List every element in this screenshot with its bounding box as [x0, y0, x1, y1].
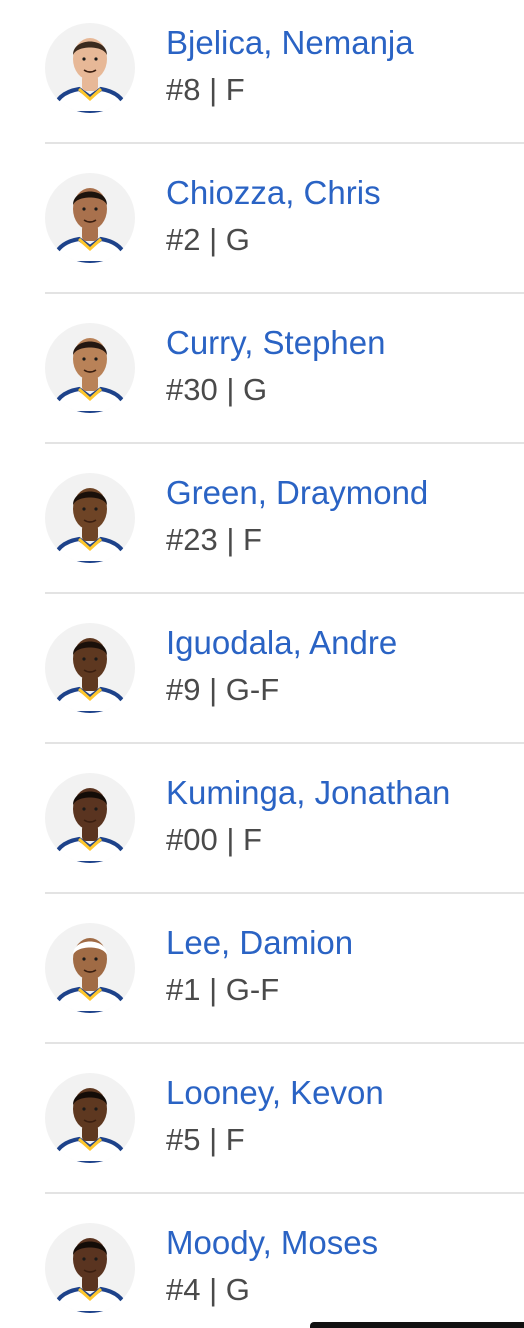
player-number-position: #8 | F [166, 72, 245, 107]
player-row[interactable]: Curry, Stephen #30 | G [0, 294, 524, 444]
player-name-link[interactable]: Kuminga, Jonathan [166, 773, 450, 813]
player-headshot-icon[interactable] [45, 23, 135, 113]
player-row[interactable]: Bjelica, Nemanja #8 | F [0, 0, 524, 144]
player-row[interactable]: Iguodala, Andre #9 | G-F [0, 594, 524, 744]
player-name-link[interactable]: Green, Draymond [166, 473, 428, 513]
player-roster-list: Bjelica, Nemanja #8 | F Chiozza, Chris #2 |… [0, 0, 524, 1328]
player-headshot-icon[interactable] [45, 923, 135, 1013]
player-headshot-icon[interactable] [45, 173, 135, 263]
player-name-link[interactable]: Looney, Kevon [166, 1073, 384, 1113]
player-row[interactable]: Green, Draymond #23 | F [0, 444, 524, 594]
player-number-position: #9 | G-F [166, 672, 280, 707]
player-number-position: #23 | F [166, 522, 262, 557]
player-name-link[interactable]: Moody, Moses [166, 1223, 378, 1263]
player-row[interactable]: Chiozza, Chris #2 | G [0, 144, 524, 294]
player-number-position: #4 | G [166, 1272, 250, 1307]
player-row[interactable]: Moody, Moses #4 | G [0, 1194, 524, 1328]
player-headshot-icon[interactable] [45, 1073, 135, 1163]
player-number-position: #5 | F [166, 1122, 245, 1157]
player-name-link[interactable]: Lee, Damion [166, 923, 353, 963]
player-number-position: #30 | G [166, 372, 268, 407]
player-row[interactable]: Kuminga, Jonathan #00 | F [0, 744, 524, 894]
player-headshot-icon[interactable] [45, 773, 135, 863]
player-row[interactable]: Looney, Kevon #5 | F [0, 1044, 524, 1194]
player-name-link[interactable]: Bjelica, Nemanja [166, 23, 414, 63]
player-name-link[interactable]: Chiozza, Chris [166, 173, 381, 213]
player-headshot-icon[interactable] [45, 323, 135, 413]
home-indicator-bar[interactable] [310, 1322, 524, 1328]
player-headshot-icon[interactable] [45, 623, 135, 713]
player-number-position: #2 | G [166, 222, 250, 257]
player-headshot-icon[interactable] [45, 473, 135, 563]
player-number-position: #1 | G-F [166, 972, 280, 1007]
player-number-position: #00 | F [166, 822, 262, 857]
player-headshot-icon[interactable] [45, 1223, 135, 1313]
player-name-link[interactable]: Curry, Stephen [166, 323, 386, 363]
player-name-link[interactable]: Iguodala, Andre [166, 623, 397, 663]
player-row[interactable]: Lee, Damion #1 | G-F [0, 894, 524, 1044]
